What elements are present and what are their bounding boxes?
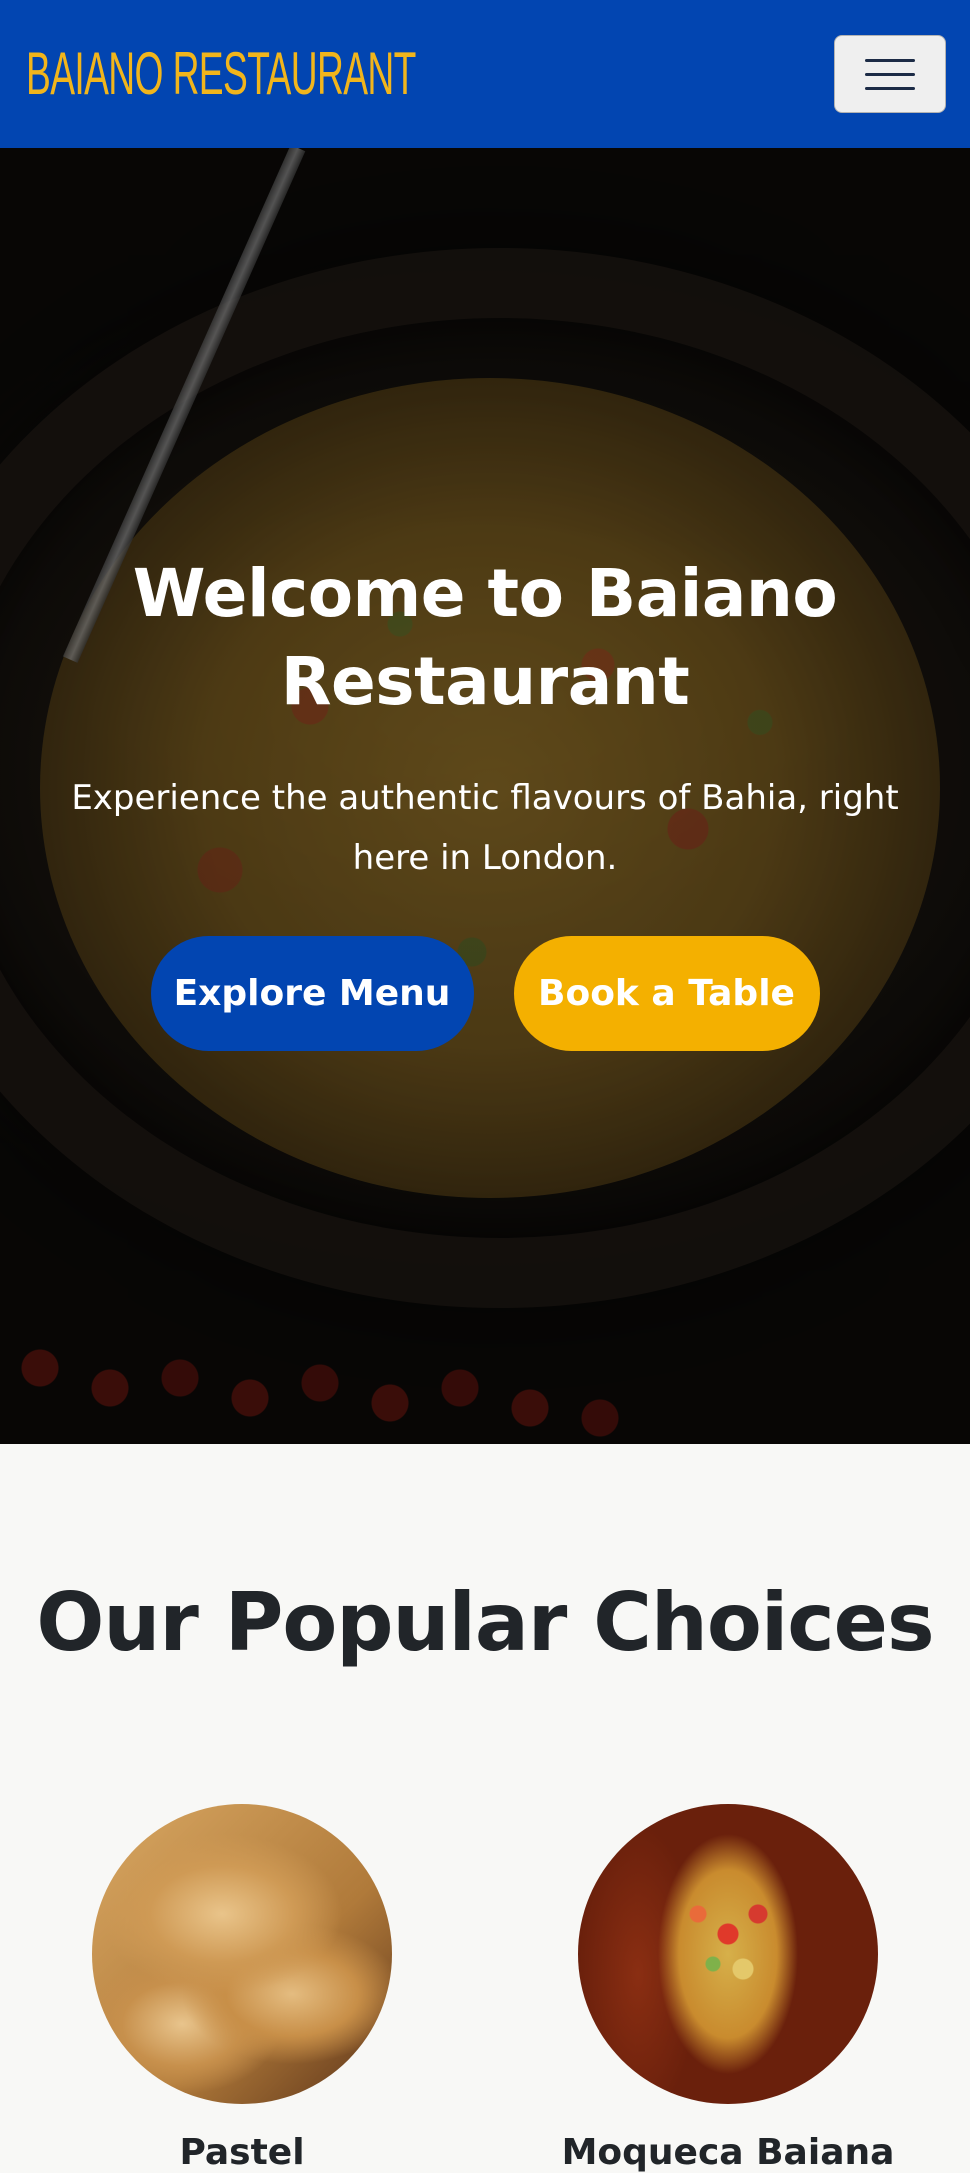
dish-name: Pastel bbox=[179, 2132, 305, 2173]
hero-buttons: Explore Menu Book a Table bbox=[150, 936, 820, 1051]
book-table-button[interactable]: Book a Table bbox=[513, 936, 820, 1051]
hero-subtitle: Experience the authentic flavours of Bah… bbox=[71, 778, 899, 878]
dish-name: Moqueca Baiana bbox=[561, 2132, 895, 2173]
hero-section: Welcome to Baiano Restaurant Experience … bbox=[0, 148, 970, 1444]
dish-card[interactable]: Pastel bbox=[32, 1804, 452, 2173]
navbar: BAIANO RESTAURANT bbox=[0, 0, 970, 148]
brand-logo-link[interactable]: BAIANO RESTAURANT bbox=[26, 44, 416, 104]
explore-menu-button[interactable]: Explore Menu bbox=[150, 936, 474, 1051]
popular-choices-heading: Our Popular Choices bbox=[36, 1576, 934, 1669]
hamburger-menu-icon-line bbox=[865, 86, 915, 90]
dish-card[interactable]: Moqueca Baiana bbox=[518, 1804, 938, 2173]
moqueca-baiana-image bbox=[578, 1804, 878, 2104]
pastel-image bbox=[92, 1804, 392, 2104]
hero-title: Welcome to Baiano Restaurant bbox=[132, 555, 838, 720]
hamburger-menu-icon-line bbox=[865, 72, 915, 76]
hero-content: Welcome to Baiano Restaurant Experience … bbox=[0, 148, 970, 1444]
popular-choices-section: Our Popular Choices Pastel Moqueca Baian… bbox=[0, 1444, 970, 2173]
hamburger-menu-icon bbox=[865, 58, 915, 62]
navbar-toggler-button[interactable] bbox=[834, 35, 946, 113]
